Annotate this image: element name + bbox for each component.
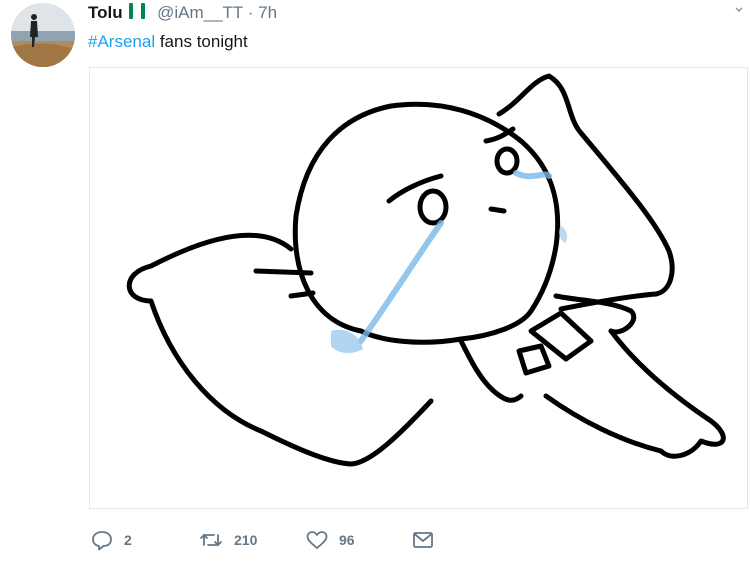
- tweet-body: fans tonight: [155, 32, 248, 51]
- separator-dot: ·: [247, 3, 254, 22]
- retweet-button[interactable]: 210: [198, 527, 257, 553]
- nigeria-flag-icon: [128, 2, 146, 26]
- tweet-actions: 2 210 96: [90, 527, 510, 553]
- timestamp[interactable]: 7h: [258, 3, 277, 22]
- direct-message-button[interactable]: [412, 527, 444, 553]
- user-handle[interactable]: @iAm__TT: [157, 3, 243, 22]
- retweet-count: 210: [234, 532, 258, 548]
- tweet: Tolu @iAm__TT · 7h #Arsenal fans tonight: [0, 0, 750, 564]
- reply-button[interactable]: 2: [90, 527, 132, 553]
- like-button[interactable]: 96: [305, 527, 355, 553]
- user-avatar[interactable]: [11, 3, 75, 67]
- heart-icon: [306, 531, 328, 549]
- like-count: 96: [339, 532, 355, 548]
- hashtag-link[interactable]: #Arsenal: [88, 32, 155, 51]
- display-name[interactable]: Tolu: [88, 3, 123, 22]
- reply-count: 2: [124, 532, 132, 548]
- tweet-media[interactable]: [89, 67, 748, 509]
- tweet-header: Tolu @iAm__TT · 7h: [88, 2, 277, 26]
- reply-icon: [92, 531, 112, 551]
- crying-cartoon-image: [126, 73, 726, 467]
- avatar-image: [11, 3, 75, 67]
- retweet-icon: [200, 534, 222, 546]
- chevron-down-icon[interactable]: [734, 2, 744, 13]
- tweet-text: #Arsenal fans tonight: [88, 31, 248, 53]
- envelope-icon: [413, 532, 433, 548]
